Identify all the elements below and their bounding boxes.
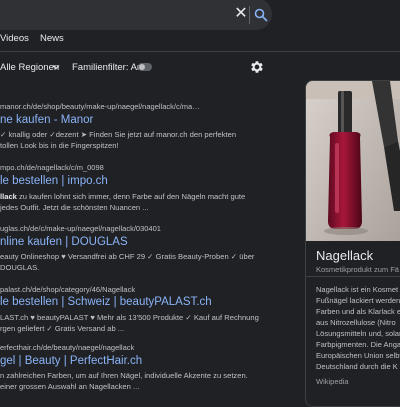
result-title[interactable]: le bestellen | Schweiz | beautyPALAST.ch xyxy=(0,296,212,308)
knowledge-panel-text: Farben und als Klarlack e xyxy=(316,307,400,316)
search-icon[interactable] xyxy=(254,8,268,22)
knowledge-panel-text: Europäischen Union selbt xyxy=(316,351,400,360)
gear-icon[interactable] xyxy=(249,59,265,75)
knowledge-panel-source-link[interactable]: Wikipedia xyxy=(316,377,349,386)
result-title[interactable]: ne kaufen - Manor xyxy=(0,114,93,126)
result-snippet: ✓ knallig oder ✓dezent ➤ Finden Sie jetz… xyxy=(0,130,237,139)
knowledge-panel-text: Fußnägel lackiert werden xyxy=(316,296,400,305)
result-title[interactable]: le bestellen | impo.ch xyxy=(0,175,108,187)
result-snippet: einer grossen Auswahl an Nagellacken ... xyxy=(0,382,140,391)
result-title[interactable]: nline kaufen | DOUGLAS xyxy=(0,236,128,248)
result-snippet: llack zu kaufen lohnt sich immer, denn F… xyxy=(0,191,245,202)
result-snippet: eauty Onlineshop ♥ Versandfrei ab CHF 29… xyxy=(0,252,255,261)
result-url[interactable]: mpo.ch/de/nagellack/c/m_0098 xyxy=(0,163,104,172)
knowledge-panel: Nagellack Kosmetikprodukt zum Fä Nagella… xyxy=(305,80,400,407)
result-url[interactable]: manor.ch/de/shop/beauty/make-up/naegel/n… xyxy=(0,102,200,111)
close-icon[interactable]: ✕ xyxy=(234,6,248,22)
nail-polish-image[interactable] xyxy=(306,81,400,241)
tab-news[interactable]: News xyxy=(40,33,64,44)
knowledge-panel-title: Nagellack xyxy=(316,248,374,263)
tabs-divider xyxy=(0,51,400,52)
family-filter-toggle[interactable] xyxy=(138,63,152,71)
result-snippet: DOUGLAS. xyxy=(0,263,40,272)
result-snippet: LAST.ch ♥ beautyPALAST ♥ Mehr als 13'500… xyxy=(0,313,259,322)
result-snippet: tollen Look bis in die Fingerspitzen! xyxy=(0,141,119,150)
result-snippet-bold: llack xyxy=(0,192,17,201)
result-url[interactable]: uglas.ch/de/c/make-up/naegel/nagellack/0… xyxy=(0,224,161,233)
result-snippet: n zahlreichen Farben, um auf Ihren Nägel… xyxy=(0,371,248,380)
knowledge-panel-divider xyxy=(306,276,400,277)
result-title[interactable]: gel | Beauty | PerfectHair.ch xyxy=(0,355,142,367)
family-filter-label: Familienfilter: An xyxy=(72,62,143,73)
region-filter[interactable]: Alle Regionen xyxy=(0,62,59,73)
knowledge-panel-text: Deutschland durch die K xyxy=(316,362,398,371)
result-url[interactable]: palast.ch/de/shop/category/46/Nagellack xyxy=(0,285,135,294)
search-divider xyxy=(249,6,250,24)
result-snippet-text: zu kaufen lohnt sich immer, denn Farbe a… xyxy=(16,192,246,201)
knowledge-panel-text: aus Nitrozellulose (Nitro xyxy=(316,318,396,327)
result-snippet: rgen geliefert ✓ Gratis Versand ab ... xyxy=(0,324,125,333)
knowledge-panel-text: Lösungsmitteln und, solan xyxy=(316,329,400,338)
result-snippet: jedes Outfit. Jetzt die schönsten Nuance… xyxy=(0,203,149,212)
chevron-down-icon[interactable] xyxy=(52,63,60,71)
knowledge-panel-text: Farbpigmenten. Die Angab xyxy=(316,340,400,349)
knowledge-panel-subtitle: Kosmetikprodukt zum Fä xyxy=(316,265,399,274)
tab-videos[interactable]: Videos xyxy=(0,33,29,44)
search-bar[interactable] xyxy=(0,0,272,30)
result-url[interactable]: erfecthair.ch/de/beauty/naegel/nagellack xyxy=(0,343,134,352)
knowledge-panel-text: Nagellack ist ein Kosmet xyxy=(316,285,399,294)
